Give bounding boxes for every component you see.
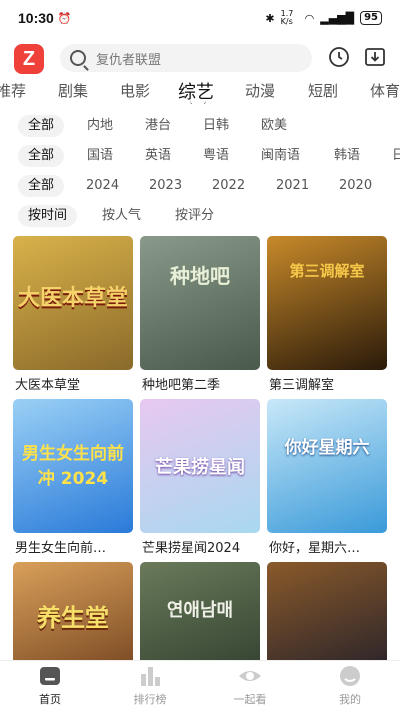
tab-short-drama[interactable]: 短剧: [308, 80, 338, 101]
filter-chip[interactable]: 闽南语: [261, 145, 300, 167]
tab-profile[interactable]: 我的: [315, 665, 385, 707]
poster-title-art: 种地吧: [170, 264, 230, 288]
sort-chip[interactable]: 按人气: [102, 205, 141, 227]
show-poster[interactable]: 男生女生向前冲 2024: [13, 399, 133, 533]
filter-chip[interactable]: 粤语: [203, 145, 229, 167]
category-tabs: 推荐 剧集 电影 综艺 动漫 短剧 体育: [0, 78, 400, 104]
tab-anime[interactable]: 动漫: [245, 80, 275, 101]
signal-icon: ▂▄▆█: [320, 11, 355, 25]
filter-chip[interactable]: 日韩: [203, 115, 229, 137]
filter-chip[interactable]: 内地: [87, 115, 113, 137]
tab-watch-together[interactable]: 一起看: [215, 665, 285, 707]
show-card[interactable]: 第三调解室 第三调解室: [267, 236, 387, 393]
poster-title-art: 芒果捞星闻: [155, 457, 245, 478]
sort-chip[interactable]: 按时间: [18, 205, 78, 227]
filter-chip[interactable]: 欧美: [261, 115, 287, 137]
filter-row-year: 全部 2024 2023 2022 2021 2020: [0, 175, 400, 199]
show-card[interactable]: 男生女生向前冲 2024 男生女生向前…: [13, 399, 133, 556]
search-icon: [70, 50, 86, 66]
show-poster[interactable]: 大医本草堂: [13, 236, 133, 370]
tab-label: 一起看: [233, 693, 267, 706]
filter-chip[interactable]: 日: [392, 145, 400, 167]
alarm-icon: ⏰: [57, 11, 72, 25]
app-logo-icon[interactable]: Z: [14, 44, 44, 74]
tab-sports[interactable]: 体育: [370, 80, 400, 101]
show-card[interactable]: 大医本草堂 大医本草堂: [13, 236, 133, 393]
poster-title-art: 연애남매: [166, 600, 234, 621]
show-card[interactable]: 芒果捞星闻 芒果捞星闻2024: [140, 399, 260, 556]
filter-row-sort: 按时间 按人气 按评分: [0, 205, 400, 229]
bottom-tab-bar: 首页 排行榜 一起看 我的: [0, 660, 400, 712]
show-title[interactable]: 男生女生向前…: [15, 537, 133, 556]
filter-chip[interactable]: 2022: [212, 175, 245, 197]
show-title[interactable]: 第三调解室: [269, 374, 387, 393]
poster-title-art: 男生女生向前冲 2024: [22, 444, 124, 489]
search-placeholder: 复仇者联盟: [96, 52, 162, 68]
filter-chip[interactable]: 2021: [276, 175, 309, 197]
filter-chip[interactable]: 国语: [87, 145, 113, 167]
filter-chip[interactable]: 2024: [86, 175, 119, 197]
wifi-icon: ◠: [304, 11, 315, 25]
tab-recommend[interactable]: 推荐: [0, 80, 26, 101]
active-tab-indicator: [190, 100, 206, 104]
eye-icon: [239, 671, 261, 681]
filter-chip[interactable]: 2023: [149, 175, 182, 197]
tab-series[interactable]: 剧集: [58, 80, 88, 101]
poster-title-art: 大医本草堂: [17, 286, 128, 311]
tab-label: 首页: [39, 693, 61, 706]
show-poster[interactable]: 第三调解室: [267, 236, 387, 370]
top-bar: Z 复仇者联盟: [0, 38, 400, 78]
filter-chip[interactable]: 全部: [18, 175, 65, 197]
network-speed: 1.7 K/s: [280, 9, 294, 26]
show-poster[interactable]: 你好星期六: [267, 399, 387, 533]
poster-title-art: 你好星期六: [284, 438, 370, 458]
show-title[interactable]: 种地吧第二季: [142, 374, 260, 393]
show-title[interactable]: 你好，星期六…: [269, 537, 387, 556]
profile-icon: [340, 666, 360, 686]
download-icon[interactable]: [364, 46, 386, 68]
filter-chip[interactable]: 全部: [18, 145, 65, 167]
tab-ranking[interactable]: 排行榜: [115, 665, 185, 707]
show-title[interactable]: 芒果捞星闻2024: [142, 537, 260, 556]
filter-chip[interactable]: 韩语: [334, 145, 360, 167]
filter-row-region: 全部 内地 港台 日韩 欧美: [0, 115, 400, 139]
filter-chip[interactable]: 英语: [145, 145, 171, 167]
show-poster[interactable]: 芒果捞星闻: [140, 399, 260, 533]
history-icon[interactable]: [328, 46, 350, 68]
sort-chip[interactable]: 按评分: [175, 205, 214, 227]
show-card[interactable]: 种地吧 种地吧第二季: [140, 236, 260, 393]
poster-title-art: 养生堂: [37, 604, 109, 632]
ranking-icon: [141, 667, 160, 686]
poster-title-art: 第三调解室: [289, 262, 365, 280]
tab-label: 排行榜: [133, 693, 167, 706]
bluetooth-icon: ✱: [265, 11, 275, 25]
search-bar[interactable]: 复仇者联盟: [60, 44, 312, 72]
show-card[interactable]: 你好星期六 你好，星期六…: [267, 399, 387, 556]
filter-row-language: 全部 国语 英语 粤语 闽南语 韩语 日: [0, 145, 400, 169]
tab-home[interactable]: 首页: [15, 665, 85, 707]
show-poster[interactable]: 种地吧: [140, 236, 260, 370]
filter-chip[interactable]: 全部: [18, 115, 65, 137]
show-title[interactable]: 大医本草堂: [15, 374, 133, 393]
tab-label: 我的: [339, 693, 361, 706]
filter-chip[interactable]: 2020: [339, 175, 372, 197]
status-time: 10:30: [18, 10, 54, 26]
tab-movies[interactable]: 电影: [120, 80, 150, 101]
home-icon: [40, 667, 60, 685]
battery-indicator: 95: [360, 11, 382, 25]
status-bar: 10:30 ⏰ ✱ 1.7 K/s ◠ ▂▄▆█ 95: [0, 0, 400, 36]
filter-chip[interactable]: 港台: [145, 115, 171, 137]
